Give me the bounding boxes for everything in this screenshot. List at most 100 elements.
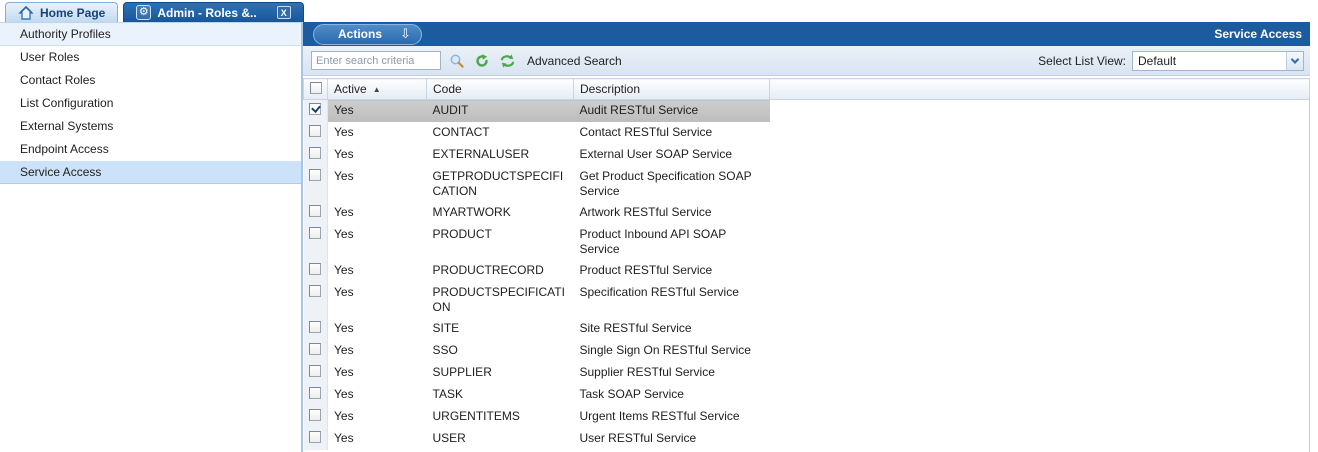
row-checkbox-cell[interactable] — [304, 166, 328, 202]
cell-active: Yes — [328, 166, 427, 202]
select-all-checkbox-cell[interactable] — [304, 79, 328, 100]
row-checkbox-cell[interactable] — [304, 260, 328, 282]
gear-icon: ⚙ — [136, 5, 151, 20]
reset-search-icon[interactable] — [473, 52, 491, 70]
cell-empty — [770, 428, 1310, 450]
list-view-select[interactable]: Default — [1132, 51, 1304, 71]
actions-button-label: Actions — [338, 27, 382, 41]
row-checkbox[interactable] — [309, 227, 321, 239]
toolbar: Advanced Search Select List View: Defaul… — [303, 46, 1310, 76]
column-header-code[interactable]: Code — [427, 79, 574, 100]
row-checkbox-cell[interactable] — [304, 202, 328, 224]
table-row[interactable]: Yes GETPRODUCTSPECIFICATION Get Product … — [304, 166, 1310, 202]
row-checkbox-cell[interactable] — [304, 318, 328, 340]
sidebar-item-list-configuration[interactable]: List Configuration — [0, 92, 301, 115]
table-row[interactable]: Yes PRODUCTSPECIFICATION Specification R… — [304, 282, 1310, 318]
tab-home-page[interactable]: Home Page — [5, 2, 118, 22]
sidebar-item-service-access[interactable]: Service Access — [0, 161, 301, 184]
cell-empty — [770, 340, 1310, 362]
cell-code: EXTERNALUSER — [427, 144, 574, 166]
chevron-down-icon[interactable] — [1286, 52, 1303, 70]
table-row[interactable]: Yes SSO Single Sign On RESTful Service — [304, 340, 1310, 362]
row-checkbox-cell[interactable] — [304, 144, 328, 166]
column-header-description[interactable]: Description — [574, 79, 770, 100]
row-checkbox[interactable] — [309, 431, 321, 443]
advanced-search-link[interactable]: Advanced Search — [527, 54, 622, 68]
sidebar-item-external-systems[interactable]: External Systems — [0, 115, 301, 138]
cell-code: CONTACT — [427, 122, 574, 144]
row-checkbox-cell[interactable] — [304, 122, 328, 144]
actions-button[interactable]: Actions ⇩ — [313, 24, 422, 45]
cell-description: User RESTful Service — [574, 428, 770, 450]
table-row[interactable]: Yes EXTERNALUSER External User SOAP Serv… — [304, 144, 1310, 166]
table-header-row: Active▲ Code Description — [304, 79, 1310, 100]
main-panel: Actions ⇩ Service Access — [303, 22, 1318, 452]
row-checkbox[interactable] — [309, 409, 321, 421]
row-checkbox[interactable] — [309, 125, 321, 137]
cell-code: URGENTITEMS — [427, 406, 574, 428]
row-checkbox[interactable] — [309, 147, 321, 159]
sidebar-item-endpoint-access[interactable]: Endpoint Access — [0, 138, 301, 161]
row-checkbox-cell[interactable] — [304, 384, 328, 406]
row-checkbox[interactable] — [309, 285, 321, 297]
cell-code: SSO — [427, 340, 574, 362]
list-view-value: Default — [1138, 54, 1176, 68]
row-checkbox[interactable] — [309, 103, 321, 115]
row-checkbox-cell[interactable] — [304, 340, 328, 362]
row-checkbox-cell[interactable] — [304, 428, 328, 450]
row-checkbox-cell[interactable] — [304, 406, 328, 428]
sidebar-item-authority-profiles[interactable]: Authority Profiles — [0, 23, 301, 46]
app-window: Home Page ⚙ Admin - Roles &.. X Authorit… — [0, 0, 1318, 452]
row-checkbox[interactable] — [309, 365, 321, 377]
table-row[interactable]: Yes TASK Task SOAP Service — [304, 384, 1310, 406]
cell-code: USER — [427, 428, 574, 450]
cell-active: Yes — [328, 260, 427, 282]
table-row[interactable]: Yes CONTACT Contact RESTful Service — [304, 122, 1310, 144]
row-checkbox-cell[interactable] — [304, 282, 328, 318]
search-input[interactable] — [311, 51, 441, 70]
table-row[interactable]: Yes URGENTITEMS Urgent Items RESTful Ser… — [304, 406, 1310, 428]
table-row[interactable]: Yes AUDIT Audit RESTful Service — [304, 100, 1310, 123]
select-all-checkbox[interactable] — [310, 82, 322, 94]
cell-active: Yes — [328, 202, 427, 224]
table-row[interactable]: Yes USER User RESTful Service — [304, 428, 1310, 450]
cell-description: Urgent Items RESTful Service — [574, 406, 770, 428]
cell-empty — [770, 144, 1310, 166]
refresh-icon[interactable] — [498, 52, 516, 70]
table-row[interactable]: Yes SUPPLIER Supplier RESTful Service — [304, 362, 1310, 384]
cell-empty — [770, 166, 1310, 202]
close-icon[interactable]: X — [277, 6, 291, 19]
cell-description: Site RESTful Service — [574, 318, 770, 340]
table-row[interactable]: Yes PRODUCTRECORD Product RESTful Servic… — [304, 260, 1310, 282]
row-checkbox[interactable] — [309, 205, 321, 217]
row-checkbox-cell[interactable] — [304, 362, 328, 384]
cell-description: External User SOAP Service — [574, 144, 770, 166]
column-header-label: Active — [334, 82, 367, 96]
cell-empty — [770, 122, 1310, 144]
cell-active: Yes — [328, 362, 427, 384]
cell-empty — [770, 406, 1310, 428]
table-row[interactable]: Yes SITE Site RESTful Service — [304, 318, 1310, 340]
row-checkbox[interactable] — [309, 321, 321, 333]
table-row[interactable]: Yes MYARTWORK Artwork RESTful Service — [304, 202, 1310, 224]
cell-description: Single Sign On RESTful Service — [574, 340, 770, 362]
table-row[interactable]: Yes PRODUCT Product Inbound API SOAP Ser… — [304, 224, 1310, 260]
sidebar-item-contact-roles[interactable]: Contact Roles — [0, 69, 301, 92]
cell-active: Yes — [328, 224, 427, 260]
column-header-empty — [770, 79, 1310, 100]
search-icon[interactable] — [448, 52, 466, 70]
row-checkbox-cell[interactable] — [304, 224, 328, 260]
cell-code: PRODUCTSPECIFICATION — [427, 282, 574, 318]
column-header-active[interactable]: Active▲ — [328, 79, 427, 100]
row-checkbox[interactable] — [309, 387, 321, 399]
row-checkbox-cell[interactable] — [304, 100, 328, 123]
cell-code: GETPRODUCTSPECIFICATION — [427, 166, 574, 202]
cell-active: Yes — [328, 144, 427, 166]
cell-empty — [770, 202, 1310, 224]
row-checkbox[interactable] — [309, 343, 321, 355]
tab-admin-roles[interactable]: ⚙ Admin - Roles &.. X — [123, 2, 303, 22]
row-checkbox[interactable] — [309, 263, 321, 275]
cell-active: Yes — [328, 406, 427, 428]
sidebar-item-user-roles[interactable]: User Roles — [0, 46, 301, 69]
row-checkbox[interactable] — [309, 169, 321, 181]
